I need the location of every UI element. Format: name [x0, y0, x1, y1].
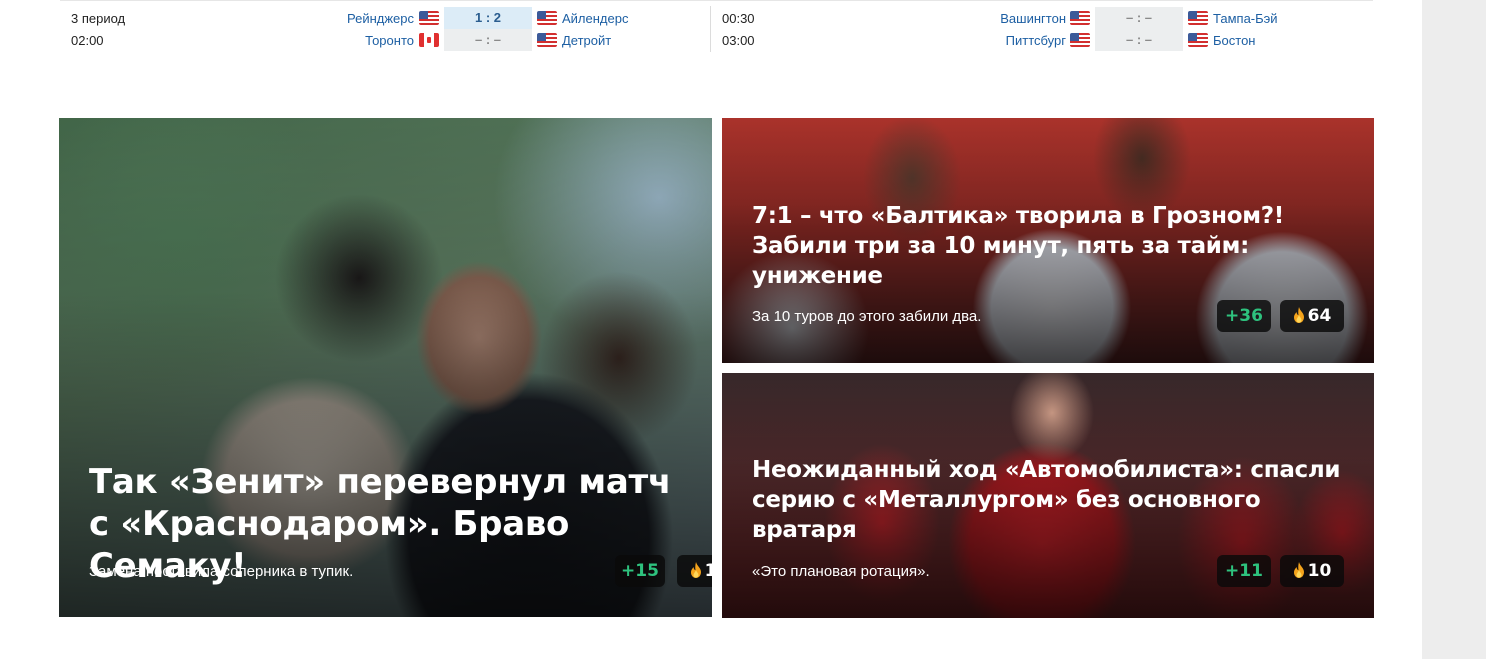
scores-top-border	[60, 0, 1373, 1]
flag-us-icon	[1070, 33, 1090, 47]
news-card-baltika[interactable]: 7:1 – что «Балтика» творила в Грозном?! …	[722, 118, 1374, 363]
page: 3 период Рейнджерс 1 : 2 Айлендерс 02:00…	[0, 0, 1422, 659]
flag-canada-icon	[419, 33, 439, 47]
match-score[interactable]: – : –	[444, 29, 532, 51]
away-team-link[interactable]: Бостон	[1213, 33, 1255, 48]
news-title[interactable]: Неожиданный ход «Автомобилиста»: спасли …	[752, 455, 1362, 545]
match-score[interactable]: 1 : 2	[444, 7, 532, 29]
news-card-avtomobilist[interactable]: Неожиданный ход «Автомобилиста»: спасли …	[722, 373, 1374, 618]
rating-badge[interactable]: +11	[1217, 555, 1271, 587]
away-team-link[interactable]: Айлендерс	[562, 11, 628, 26]
match-score[interactable]: – : –	[1095, 29, 1183, 51]
news-subtitle: Замена поставила соперника в тупик.	[89, 563, 354, 580]
flag-us-icon	[419, 11, 439, 25]
rating-badge[interactable]: +36	[1217, 300, 1271, 332]
flame-icon	[1293, 562, 1304, 578]
match-row[interactable]: 00:30 Вашингтон – : – Тампа-Бэй	[711, 7, 1373, 29]
home-team-link[interactable]: Вашингтон	[1000, 11, 1066, 26]
hot-count: 64	[1307, 306, 1332, 326]
home-team-link[interactable]: Торонто	[365, 33, 414, 48]
flag-us-icon	[1188, 33, 1208, 47]
match-row[interactable]: 03:00 Питтсбург – : – Бостон	[711, 29, 1373, 51]
flag-us-icon	[1188, 11, 1208, 25]
scores-strip: 3 период Рейнджерс 1 : 2 Айлендерс 02:00…	[60, 0, 1373, 62]
match-score[interactable]: – : –	[1095, 7, 1183, 29]
away-team-link[interactable]: Тампа-Бэй	[1213, 11, 1278, 26]
match-status: 02:00	[71, 33, 104, 48]
flame-icon	[690, 562, 701, 578]
hot-badge[interactable]: 10	[1280, 555, 1344, 587]
news-subtitle: За 10 туров до этого забили два.	[752, 308, 982, 325]
flag-us-icon	[537, 33, 557, 47]
flag-us-icon	[1070, 11, 1090, 25]
hot-count: 13	[704, 561, 712, 581]
home-team-link[interactable]: Рейнджерс	[347, 11, 414, 26]
flag-us-icon	[537, 11, 557, 25]
match-status: 00:30	[722, 11, 755, 26]
news-subtitle: «Это плановая ротация».	[752, 563, 930, 580]
rating-badge[interactable]: +15	[615, 555, 665, 587]
hot-badge[interactable]: 13	[677, 555, 712, 587]
match-row[interactable]: 3 период Рейнджерс 1 : 2 Айлендерс	[60, 7, 710, 29]
hot-badge[interactable]: 64	[1280, 300, 1344, 332]
home-team-link[interactable]: Питтсбург	[1006, 33, 1066, 48]
away-team-link[interactable]: Детройт	[562, 33, 611, 48]
match-status: 3 период	[71, 11, 126, 26]
hot-count: 10	[1307, 561, 1332, 581]
match-status: 03:00	[722, 33, 755, 48]
news-title[interactable]: 7:1 – что «Балтика» творила в Грозном?! …	[752, 201, 1352, 291]
news-card-main[interactable]: Так «Зенит» перевернул матч с «Краснодар…	[59, 118, 712, 617]
match-row[interactable]: 02:00 Торонто – : – Детройт	[60, 29, 710, 51]
flame-icon	[1293, 307, 1304, 323]
